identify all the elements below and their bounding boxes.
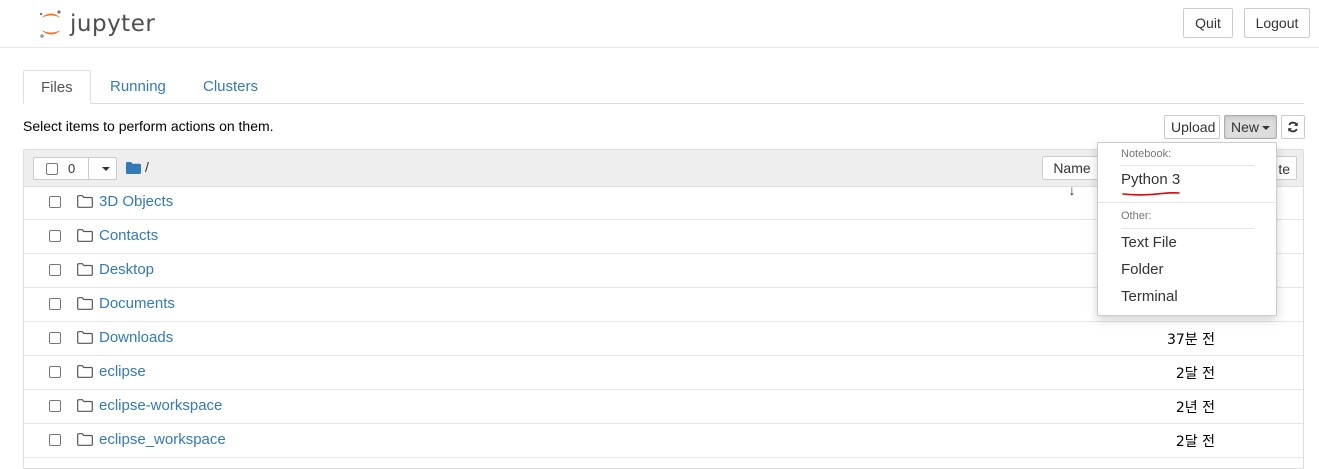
row-checkbox[interactable] [49, 298, 61, 310]
row-checkbox[interactable] [49, 230, 61, 242]
refresh-icon [1288, 121, 1298, 133]
folder-icon [77, 365, 93, 378]
list-item[interactable]: eclipse_workspace 2달 전 [24, 424, 1303, 458]
select-all-group[interactable]: 0 [33, 157, 117, 180]
tab-files[interactable]: Files [23, 70, 91, 104]
new-folder-item[interactable]: Folder [1121, 261, 1164, 278]
item-link[interactable]: eclipse-workspace [99, 397, 222, 414]
logo-text: jupyter [70, 11, 156, 37]
item-link[interactable]: eclipse_workspace [99, 431, 226, 448]
other-section-header: Other: [1121, 210, 1152, 222]
new-dropdown-menu: Notebook: Python 3 Other: Text File Fold… [1097, 142, 1277, 316]
sort-name-label: Name [1053, 160, 1091, 176]
row-checkbox[interactable] [49, 434, 61, 446]
notebook-section-header: Notebook: [1121, 148, 1172, 160]
folder-icon [77, 399, 93, 412]
new-dropdown-button[interactable]: New [1224, 115, 1277, 139]
item-link[interactable]: Documents [99, 295, 175, 312]
quit-button[interactable]: Quit [1183, 8, 1233, 38]
divider [1121, 228, 1254, 229]
item-link[interactable]: Contacts [99, 227, 158, 244]
folder-icon [77, 433, 93, 446]
divider [1121, 165, 1254, 166]
refresh-button[interactable] [1281, 115, 1305, 139]
new-python3-notebook-item[interactable]: Python 3 [1121, 171, 1180, 188]
select-all-checkbox[interactable] [46, 163, 58, 175]
row-checkbox[interactable] [49, 400, 61, 412]
row-checkbox[interactable] [49, 196, 61, 208]
row-checkbox[interactable] [49, 264, 61, 276]
item-modified: 2년 전 [1175, 400, 1215, 416]
select-menu-caret-icon[interactable] [102, 167, 110, 171]
new-button-label: New [1231, 119, 1260, 135]
folder-icon [77, 331, 93, 344]
sort-by-name-button[interactable]: Name ↓ [1042, 156, 1102, 198]
tab-running[interactable]: Running [93, 70, 183, 103]
new-terminal-item[interactable]: Terminal [1121, 288, 1178, 305]
row-checkbox[interactable] [49, 366, 61, 378]
list-item[interactable]: eclipse 2달 전 [24, 356, 1303, 390]
divider [1098, 202, 1276, 203]
selected-count: 0 [68, 161, 76, 176]
logout-button[interactable]: Logout [1244, 8, 1310, 38]
item-link[interactable]: Desktop [99, 261, 154, 278]
tab-clusters[interactable]: Clusters [186, 70, 275, 103]
item-modified: 2달 전 [1175, 366, 1215, 382]
folder-icon [77, 195, 93, 208]
red-annotation-underline [1122, 192, 1180, 196]
new-text-file-item[interactable]: Text File [1121, 234, 1177, 251]
list-item[interactable]: eclipse-workspace 2년 전 [24, 390, 1303, 424]
caret-down-icon [1262, 126, 1271, 131]
item-link[interactable]: 3D Objects [99, 193, 173, 210]
tab-bar: Files Running Clusters [23, 70, 1304, 104]
jupyter-logo-icon [39, 10, 61, 38]
item-link[interactable]: Downloads [99, 329, 173, 346]
item-link[interactable]: eclipse [99, 363, 146, 380]
item-modified: 37분 전 [1166, 332, 1215, 348]
jupyter-logo[interactable]: jupyter [38, 8, 155, 40]
folder-icon [77, 263, 93, 276]
folder-icon[interactable] [126, 162, 141, 174]
row-checkbox[interactable] [49, 332, 61, 344]
selection-hint: Select items to perform actions on them. [23, 118, 274, 134]
folder-icon [77, 297, 93, 310]
list-item[interactable]: Downloads 37분 전 [24, 322, 1303, 356]
header: jupyter Quit Logout [0, 0, 1319, 48]
divider [88, 158, 89, 179]
folder-icon [77, 229, 93, 242]
breadcrumb-root[interactable]: / [145, 159, 149, 175]
item-modified: 2달 전 [1175, 434, 1215, 450]
upload-button[interactable]: Upload [1164, 115, 1220, 139]
